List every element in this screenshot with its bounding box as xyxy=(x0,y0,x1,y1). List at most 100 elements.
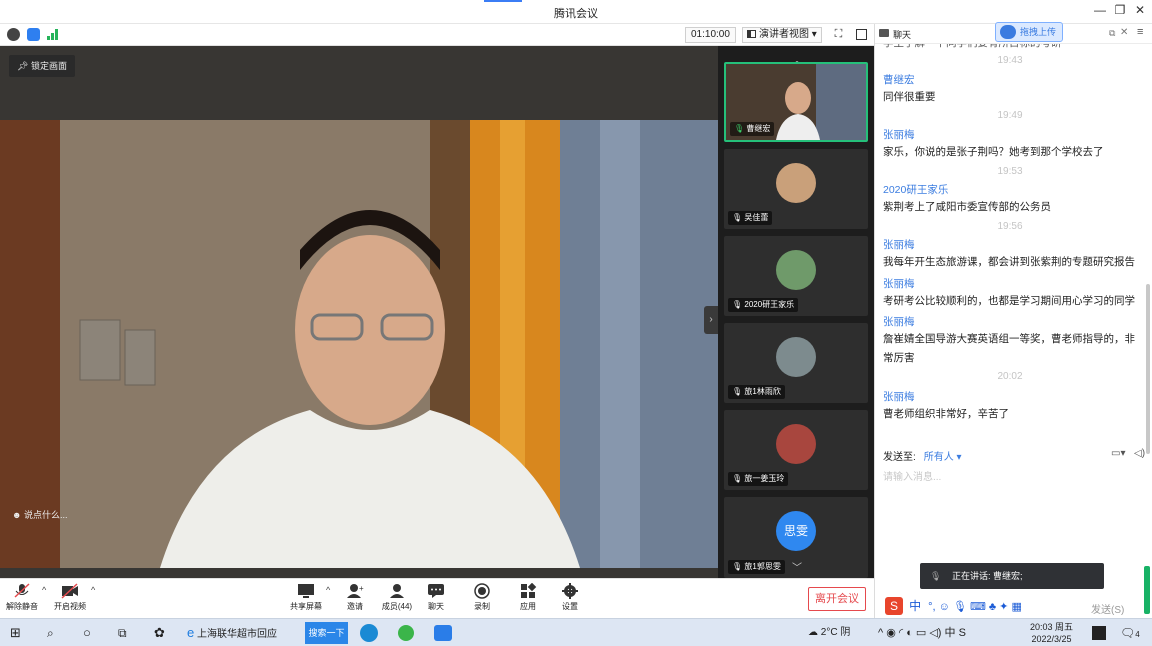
notification-app-icon[interactable] xyxy=(1092,626,1106,640)
notification-count: 4 xyxy=(1135,630,1140,639)
windows-start-icon[interactable]: ⊞ xyxy=(10,623,21,643)
chat-message-text: 同伴很重要 xyxy=(883,91,936,103)
speaker-icon[interactable]: ◁) xyxy=(1134,448,1145,459)
participant-name: 🎙︎ 曹继宏 xyxy=(730,122,775,136)
chat-sender: 张丽梅 xyxy=(883,129,915,141)
view-mode-select[interactable]: 演讲者视图 ▾ xyxy=(742,27,822,43)
participant-tile[interactable]: 🎙︎ 旅1林雨欣 xyxy=(724,323,868,403)
search-button[interactable]: 搜索一下 xyxy=(305,622,348,644)
chat-timestamp: 19:53 xyxy=(997,166,1023,177)
weather-widget[interactable]: ☁ 2°C 阴 xyxy=(808,623,850,643)
participant-name-text: 旅1林雨欣 xyxy=(744,387,781,396)
chat-message-text: 家乐，你说的是张子荆吗？她考到那个学校去了 xyxy=(883,146,1104,158)
chevron-right-icon[interactable]: › xyxy=(704,306,718,334)
invite-label: 邀请 xyxy=(347,602,363,611)
sogou-icon[interactable]: S xyxy=(885,597,903,615)
minimize-icon[interactable]: — xyxy=(1090,3,1110,17)
scroll-down-icon[interactable]: ﹀ xyxy=(792,559,802,574)
chat-sender: 2020研王家乐 xyxy=(883,184,949,196)
browser-taskbar-item[interactable]: e 上海联华超市回应 xyxy=(187,623,277,643)
chevron-up-icon[interactable]: ^ xyxy=(42,585,46,595)
apps-button[interactable]: 应用 xyxy=(508,583,548,612)
chat-scrollbar[interactable] xyxy=(1145,44,1151,454)
taskbar: ⊞ ⌕ ○ ⧉ ✿ e 上海联华超市回应 搜索一下 ☁ 2°C 阴 ^ ◉ ◜ … xyxy=(0,618,1152,646)
shield-icon[interactable] xyxy=(27,28,40,41)
popout-icon[interactable]: ⧉ xyxy=(1109,28,1115,39)
action-center-icon[interactable]: 🗨︎4 xyxy=(1120,623,1140,643)
record-button[interactable]: 录制 xyxy=(462,583,502,612)
send-button[interactable]: 发送(S) xyxy=(1091,601,1124,616)
invite-button[interactable]: + 邀请 xyxy=(335,583,375,612)
chat-message-text: 学生了解一下同学们要有所目标的考研 xyxy=(883,44,1145,53)
participant-name: 🎙︎ 旅1林雨欣 xyxy=(728,385,785,399)
chat-title: 聊天 xyxy=(893,30,912,40)
chat-timestamp: 20:02 xyxy=(997,371,1023,382)
tray-icons[interactable]: ^ ◉ ◜ ◐ ▭ ◁) 中 S xyxy=(878,623,966,643)
menu-icon[interactable]: ≡ xyxy=(1137,26,1143,38)
edge-icon[interactable] xyxy=(360,624,378,642)
participant-tile[interactable]: 🎙︎ 旅一姜玉玲 xyxy=(724,410,868,490)
share-screen-icon xyxy=(298,584,314,598)
close-chat-icon[interactable]: ✕ xyxy=(1120,27,1128,38)
clock-time: 20:03 周五 xyxy=(1030,622,1074,632)
chat-icon xyxy=(428,584,444,598)
pin-icon: 📌︎ xyxy=(17,61,31,71)
participant-tile[interactable]: 🎙︎ 吴佳蕾 xyxy=(724,149,868,229)
speaker-video xyxy=(0,120,718,568)
lock-view-button[interactable]: 📌︎ 锁定画面 xyxy=(9,55,75,77)
apps-icon xyxy=(521,583,537,598)
maximize-icon[interactable]: ❐ xyxy=(1110,3,1130,17)
chat-timestamp: 19:43 xyxy=(997,55,1023,66)
app-icon[interactable]: ✿ xyxy=(154,623,165,643)
participant-tile-active[interactable]: 🎙︎ 曹继宏 xyxy=(724,62,868,142)
chat-panel: 聊天 拖拽上传 ⧉ ✕ ≡ 学生了解一下同学们要有所目标的考研 19:43 曹继… xyxy=(874,22,1152,618)
start-video-button[interactable]: 开启视频 xyxy=(50,583,90,612)
say-something-bar[interactable]: ☻ 说点什么... xyxy=(12,506,68,524)
settings-button[interactable]: 设置 xyxy=(550,583,590,612)
side-widget[interactable] xyxy=(1144,566,1150,614)
chat-label: 聊天 xyxy=(428,602,444,611)
chevron-up-icon[interactable]: ^ xyxy=(91,585,95,595)
participant-tile[interactable]: 🎙︎ 2020研王家乐 xyxy=(724,236,868,316)
unmute-label: 解除静音 xyxy=(6,602,38,611)
signal-icon[interactable] xyxy=(47,29,60,40)
chat-timestamp: 19:49 xyxy=(997,110,1023,121)
chevron-up-icon[interactable]: ^ xyxy=(326,585,330,595)
sidebar-toggle-icon[interactable] xyxy=(856,29,867,40)
fullscreen-icon[interactable]: ⛶ xyxy=(832,28,845,41)
mic-muted-icon: 🎙︎ xyxy=(732,387,745,396)
meeting-app-icon[interactable] xyxy=(434,625,452,641)
chat-button[interactable]: 聊天 xyxy=(416,583,456,612)
svg-text:+: + xyxy=(359,584,364,593)
ime-toolbar: S 中 °, ☺ 🎙︎ ⌨ ♣ ✦ ▦ xyxy=(885,597,1022,617)
cortana-icon[interactable]: ○ xyxy=(83,623,91,643)
members-icon xyxy=(390,584,404,598)
mic-muted-icon xyxy=(14,583,30,598)
ime-tools-icon[interactable]: °, ☺ 🎙︎ ⌨ ♣ ✦ ▦ xyxy=(928,601,1022,613)
chat-input[interactable]: 请输入消息... xyxy=(883,468,941,483)
scrollbar-thumb[interactable] xyxy=(1146,284,1150,454)
recipient-select[interactable]: 所有人 ▾ xyxy=(924,452,962,463)
clock[interactable]: 20:03 周五 2022/3/25 xyxy=(1030,621,1073,645)
drag-upload-button[interactable]: 拖拽上传 xyxy=(995,22,1064,42)
task-view-icon[interactable]: ⧉ xyxy=(118,623,127,643)
send-to-label: 发送至: xyxy=(883,452,916,463)
members-button[interactable]: 成员(44) xyxy=(376,583,418,612)
title-bar: 腾讯会议 — ❐ ✕ xyxy=(0,0,1152,24)
add-user-icon: + xyxy=(347,584,364,598)
ime-mode[interactable]: 中 xyxy=(909,599,921,613)
folder-icon[interactable]: ▭▾ xyxy=(1111,448,1125,459)
unmute-button[interactable]: 解除静音 xyxy=(2,583,42,612)
participant-name-text: 吴佳蕾 xyxy=(744,213,769,222)
send-to: 发送至: 所有人 ▾ xyxy=(883,448,962,463)
search-icon[interactable]: ⌕ xyxy=(47,623,54,643)
leave-meeting-button[interactable]: 离开会议 xyxy=(808,587,866,611)
info-icon[interactable] xyxy=(7,28,20,41)
lock-view-label: 锁定画面 xyxy=(30,61,67,71)
close-icon[interactable]: ✕ xyxy=(1130,3,1150,17)
browser-icon[interactable] xyxy=(398,625,414,641)
chat-sender: 张丽梅 xyxy=(883,239,915,251)
record-icon xyxy=(474,583,490,599)
share-screen-button[interactable]: 共享屏幕 xyxy=(286,583,326,612)
participant-tile[interactable]: 思雯 🎙︎ 旅1郭思雯 ﹀ xyxy=(724,497,868,578)
